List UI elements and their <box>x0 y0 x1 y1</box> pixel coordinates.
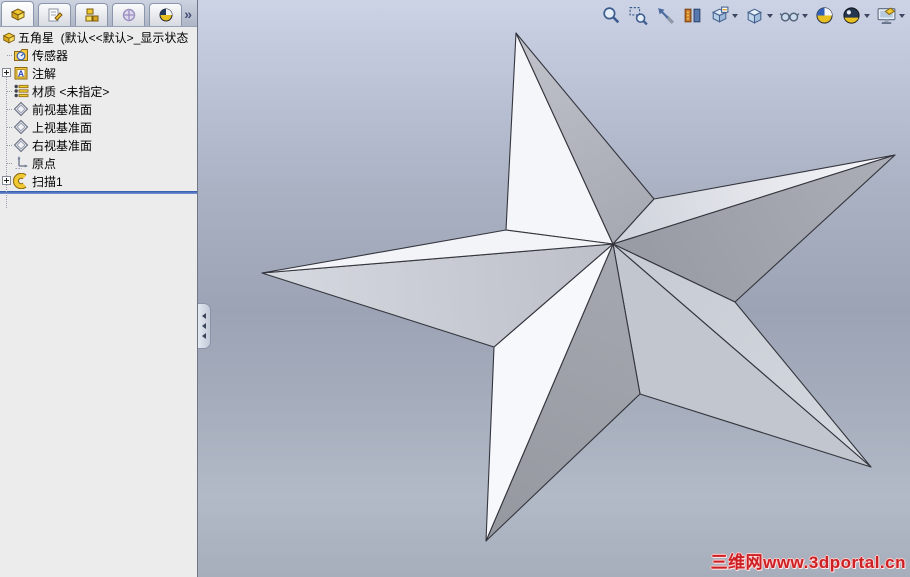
apply-scene-button[interactable] <box>839 3 872 28</box>
svg-text:A: A <box>18 68 24 78</box>
tree-item-material[interactable]: 材质 <未指定> <box>0 82 197 100</box>
expand-plus-icon[interactable] <box>2 176 11 185</box>
origin-icon <box>15 156 28 169</box>
view-orientation-button[interactable] <box>707 3 740 28</box>
heads-up-view-toolbar <box>599 3 907 28</box>
edit-appearance-icon <box>816 7 833 24</box>
apply-scene-icon <box>843 7 860 24</box>
collapse-arrow-icon <box>202 313 206 319</box>
panel-horizontal-splitter[interactable] <box>0 191 197 194</box>
previous-view-icon <box>658 8 675 25</box>
view-settings-icon <box>877 7 896 24</box>
solidworks-window: { "feature_tree": { "overflow_label": "»… <box>0 0 910 577</box>
tab-configuration-manager[interactable] <box>75 3 108 26</box>
display-manager-icon <box>159 8 172 22</box>
display-style-button[interactable] <box>742 3 775 28</box>
section-view-icon <box>684 8 701 23</box>
collapse-arrow-icon <box>202 333 206 339</box>
collapse-arrow-icon <box>202 323 206 329</box>
tree-item-right-plane[interactable]: 右视基准面 <box>0 136 197 154</box>
plane-icon <box>13 101 29 117</box>
view-settings-dropdown-caret[interactable] <box>899 13 905 18</box>
sweep-icon <box>13 173 27 189</box>
tab-display-manager[interactable] <box>149 3 182 26</box>
view-settings-button[interactable] <box>874 3 907 28</box>
configuration-manager-icon <box>85 8 98 22</box>
tree-item-sensors[interactable]: 传感器 <box>0 46 197 64</box>
apply-scene-dropdown-caret[interactable] <box>864 13 870 18</box>
zoom-area-button[interactable] <box>626 3 651 28</box>
tree-item-annotations[interactable]: A 注解 <box>0 64 197 82</box>
section-view-button[interactable] <box>680 3 705 28</box>
feature-manager-panel: » 五角星 (默认<<默认>_显示状态 传感器 A 注解 材质 <未指定> 前视… <box>0 0 198 577</box>
feature-tree: 五角星 (默认<<默认>_显示状态 传感器 A 注解 材质 <未指定> 前视基准… <box>0 28 197 208</box>
tab-dimxpert-manager[interactable] <box>112 3 145 26</box>
display-style-icon <box>747 8 762 24</box>
panel-collapse-handle[interactable] <box>198 303 211 349</box>
part-root-label: 五角星 (默认<<默认>_显示状态 <box>18 30 189 45</box>
tab-feature-manager[interactable] <box>1 1 34 26</box>
zoom-fit-icon <box>603 7 620 24</box>
panel-tab-bar: » <box>0 0 197 27</box>
tree-item-top-plane[interactable]: 上视基准面 <box>0 118 197 136</box>
view-orientation-icon <box>712 6 729 23</box>
plane-icon <box>13 119 29 135</box>
tree-item-front-plane[interactable]: 前视基准面 <box>0 100 197 118</box>
tree-item-sweep1[interactable]: 扫描1 <box>0 172 197 190</box>
annotations-icon: A <box>14 67 28 80</box>
hide-show-items-button[interactable] <box>777 3 810 28</box>
display-style-dropdown-caret[interactable] <box>767 13 773 18</box>
tab-property-manager[interactable] <box>38 3 71 26</box>
tree-item-part-root[interactable]: 五角星 (默认<<默认>_显示状态 <box>0 28 197 46</box>
view-orientation-dropdown-caret[interactable] <box>732 13 738 18</box>
hide-show-items-dropdown-caret[interactable] <box>802 13 808 18</box>
watermark: 三维网www.3dportal.cn <box>710 553 906 572</box>
edit-appearance-button[interactable] <box>812 3 837 28</box>
expand-plus-icon[interactable] <box>2 68 11 77</box>
plane-icon <box>13 137 29 153</box>
part-icon <box>2 32 16 43</box>
material-icon <box>14 84 29 98</box>
hide-show-items-icon <box>779 12 800 22</box>
zoom-area-icon <box>629 7 648 26</box>
property-manager-icon <box>48 8 63 22</box>
tree-item-origin[interactable]: 原点 <box>0 154 197 172</box>
previous-view-button[interactable] <box>653 3 678 28</box>
feature-manager-icon <box>10 8 25 21</box>
dimxpert-manager-icon <box>122 8 135 22</box>
sensors-icon <box>14 49 28 61</box>
zoom-fit-button[interactable] <box>599 3 624 28</box>
tab-overflow-chevron[interactable]: » <box>184 6 192 22</box>
